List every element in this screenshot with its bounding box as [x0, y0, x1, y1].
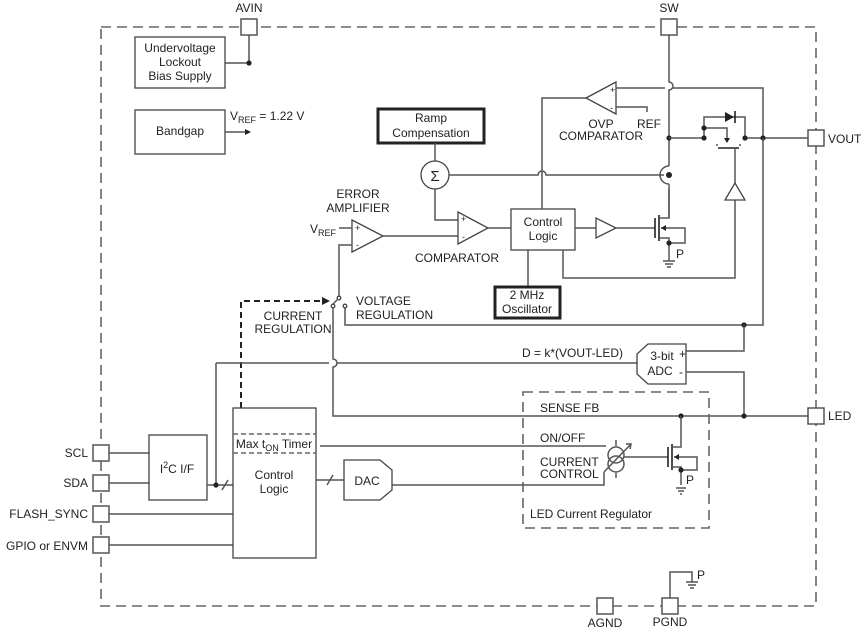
svg-text:+: +	[355, 223, 360, 233]
junction-dot	[246, 60, 252, 66]
summing-node: Σ	[420, 160, 450, 190]
ramp-compensation-block: Ramp Compensation	[376, 107, 486, 145]
pin-led-label: LED	[828, 409, 852, 423]
svg-text:Logic: Logic	[260, 482, 289, 496]
svg-text:+: +	[461, 214, 466, 224]
svg-text:P: P	[676, 247, 684, 261]
voltage-regulation-label: VOLTAGE	[356, 294, 411, 308]
svg-text:Σ: Σ	[430, 168, 439, 185]
svg-text:Control: Control	[524, 215, 563, 229]
svg-text:2 MHz: 2 MHz	[510, 288, 545, 302]
svg-text:Lockout: Lockout	[159, 55, 202, 69]
svg-text:DAC: DAC	[354, 474, 380, 488]
sense-fb-label: SENSE FB	[540, 401, 599, 415]
svg-text:REGULATION: REGULATION	[356, 308, 433, 322]
svg-text:Bias Supply: Bias Supply	[148, 69, 211, 83]
pin-gpio-label: GPIO or ENVM	[6, 539, 88, 553]
ground-icon	[663, 260, 675, 268]
avin-wire	[225, 35, 250, 64]
pin-agnd-label: AGND	[588, 616, 623, 630]
pwm-comparator: + -	[457, 210, 490, 246]
control-logic-top-block: Control Logic	[510, 208, 576, 251]
pin-vout[interactable]: VOUT	[807, 129, 862, 147]
pin-led[interactable]: LED	[807, 407, 852, 425]
pin-scl[interactable]: SCL	[65, 444, 110, 462]
svg-text:ADC: ADC	[647, 364, 673, 378]
pin-avin-label: AVIN	[235, 1, 262, 15]
svg-text:Compensation: Compensation	[392, 126, 469, 140]
adc-block: 3-bit ADC + -	[636, 343, 687, 385]
svg-text:AMPLIFIER: AMPLIFIER	[326, 201, 390, 215]
pin-sda[interactable]: SDA	[63, 474, 110, 492]
adc-equation-label: D = k*(VOUT-LED)	[522, 346, 623, 360]
vref-input-label: VREF	[310, 222, 337, 238]
svg-text:+: +	[679, 347, 686, 361]
pin-sda-label: SDA	[63, 476, 88, 490]
svg-text:P: P	[697, 568, 705, 582]
regulation-mode-switch[interactable]	[330, 295, 348, 309]
svg-text:-: -	[356, 240, 359, 250]
ovp-comparator: + -	[584, 80, 617, 116]
led-nmos: P	[667, 416, 698, 495]
ground-icon	[686, 581, 698, 589]
svg-text:-: -	[610, 103, 613, 113]
current-source-icon	[603, 440, 632, 478]
error-amplifier: + -	[351, 218, 385, 254]
svg-text:Undervoltage: Undervoltage	[144, 41, 216, 55]
led-regulator-label: LED Current Regulator	[530, 507, 652, 521]
svg-text:Ramp: Ramp	[415, 111, 447, 125]
control-logic-bottom-block: Max tON Timer Control Logic	[232, 407, 317, 559]
oscillator-block: 2 MHz Oscillator	[493, 285, 562, 320]
pin-flash-sync[interactable]: FLASH_SYNC	[9, 505, 110, 523]
error-amp-label: ERROR	[336, 187, 380, 201]
svg-text:Bandgap: Bandgap	[156, 124, 204, 138]
dac-block: DAC	[343, 459, 393, 501]
arrow-icon	[322, 297, 330, 305]
pin-scl-label: SCL	[65, 446, 89, 460]
ground-icon	[676, 487, 686, 495]
low-side-nmos: P	[654, 189, 686, 268]
comparator-label: COMPARATOR	[415, 251, 499, 265]
pin-flash-sync-label: FLASH_SYNC	[9, 507, 88, 521]
bandgap-block: Bandgap	[134, 109, 226, 155]
pin-avin[interactable]: AVIN	[235, 1, 263, 36]
current-sense-dot	[666, 172, 672, 178]
pin-sw-label: SW	[659, 1, 679, 15]
diode-icon	[725, 112, 734, 122]
block-diagram: AVIN SW Undervoltage Lockout Bias Supply…	[6, 1, 862, 630]
pin-sw[interactable]: SW	[659, 1, 679, 36]
pin-pgnd-label: PGND	[653, 615, 688, 629]
svg-text:+: +	[610, 85, 615, 95]
svg-text:Oscillator: Oscillator	[502, 302, 552, 316]
svg-text:P: P	[686, 473, 694, 487]
on-off-label: ON/OFF	[540, 431, 585, 445]
pin-pgnd[interactable]: PGND	[653, 597, 688, 629]
i2c-interface-block: I2C I/F	[148, 434, 208, 501]
pin-vout-label: VOUT	[828, 132, 862, 146]
current-regulation-label: CURRENT	[264, 309, 323, 323]
svg-text:REGULATION: REGULATION	[254, 322, 331, 336]
uvlo-block: Undervoltage Lockout Bias Supply	[134, 36, 226, 89]
svg-text:3-bit: 3-bit	[650, 349, 674, 363]
svg-text:Logic: Logic	[529, 229, 558, 243]
pin-agnd[interactable]: AGND	[588, 597, 623, 630]
svg-text:CONTROL: CONTROL	[540, 467, 599, 481]
pin-gpio-envm[interactable]: GPIO or ENVM	[6, 536, 110, 554]
pmos-driver	[723, 181, 747, 201]
vref-value-label: VREF = 1.22 V	[230, 109, 304, 125]
svg-text:-: -	[679, 365, 683, 379]
gate-driver	[595, 216, 618, 240]
svg-text:Control: Control	[255, 468, 294, 482]
arrow-icon	[245, 129, 251, 135]
svg-text:COMPARATOR: COMPARATOR	[559, 129, 643, 143]
svg-text:-: -	[462, 232, 465, 242]
